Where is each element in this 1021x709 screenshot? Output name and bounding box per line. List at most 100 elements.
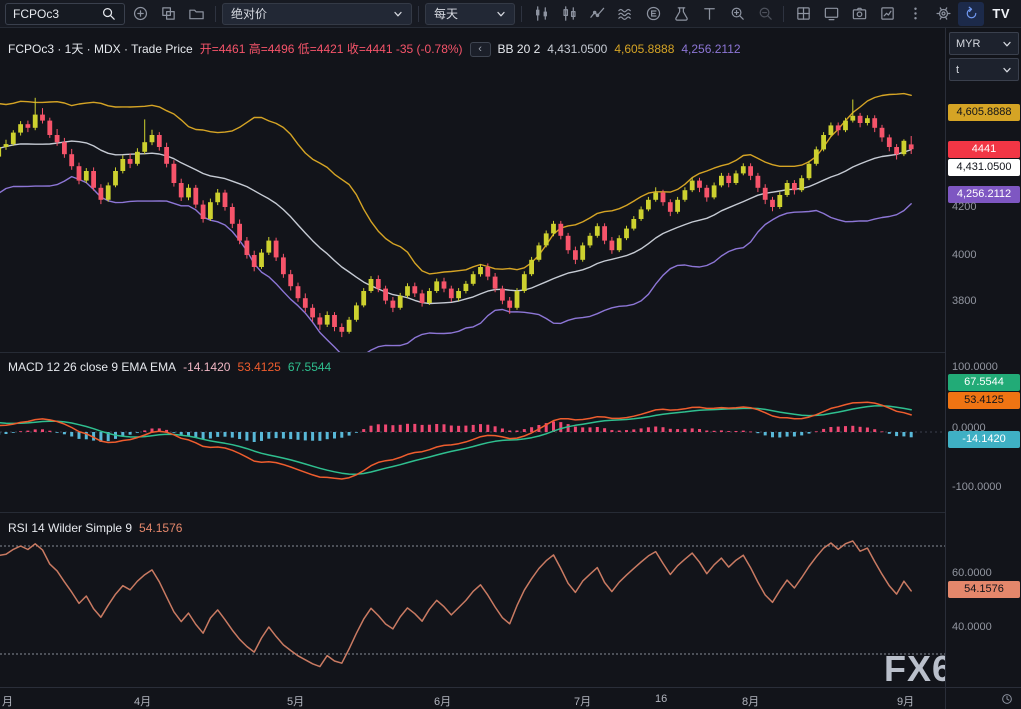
zoom-out-button[interactable] bbox=[752, 2, 778, 26]
compare-button[interactable] bbox=[155, 2, 181, 26]
chart-up-icon bbox=[879, 5, 896, 22]
macd-line-value: 53.4125 bbox=[237, 360, 280, 375]
zoom-in-icon bbox=[729, 5, 746, 22]
chevron-down-icon bbox=[1002, 39, 1012, 49]
unit-dropdown[interactable]: t bbox=[949, 58, 1019, 81]
price-mode-dropdown[interactable]: 绝对价 bbox=[222, 3, 412, 25]
compare-icon bbox=[160, 5, 177, 22]
macd-pane[interactable] bbox=[0, 353, 945, 512]
macd-line-badge: 53.4125 bbox=[948, 392, 1020, 409]
currency-dropdown[interactable]: MYR bbox=[949, 32, 1019, 55]
rsi-pane[interactable] bbox=[0, 513, 945, 687]
text-tool-icon bbox=[701, 5, 718, 22]
indicators-icon bbox=[589, 5, 606, 22]
legend-collapse-button[interactable]: ‹ bbox=[470, 42, 491, 57]
time-axis[interactable]: 月 4月 5月 6月 7月 16 8月 9月 bbox=[0, 687, 945, 709]
monitor-icon bbox=[823, 5, 840, 22]
waves-icon bbox=[617, 5, 634, 22]
toolbar-separator bbox=[521, 6, 522, 22]
unit-label: t bbox=[956, 64, 959, 76]
time-label: 16 bbox=[655, 693, 667, 705]
symbol-search-box[interactable]: FCPOc3 bbox=[5, 3, 125, 25]
clock-icon bbox=[1000, 692, 1014, 706]
flask-icon bbox=[673, 5, 690, 22]
macd-indicator-title[interactable]: MACD 12 26 close 9 EMA EMA bbox=[8, 360, 176, 375]
bb-upper-value: 4,605.8888 bbox=[614, 42, 674, 57]
hollow-candles-icon bbox=[561, 5, 578, 22]
time-label: 6月 bbox=[434, 693, 451, 709]
chevron-down-icon bbox=[496, 9, 506, 19]
interval-dropdown[interactable]: 每天 bbox=[425, 3, 515, 25]
rsi-axis-label: 40.0000 bbox=[952, 621, 992, 633]
price-axis-label: 4000 bbox=[952, 249, 976, 261]
rsi-indicator-title[interactable]: RSI 14 Wilder Simple 9 bbox=[8, 521, 132, 536]
top-toolbar: FCPOc3 绝对价 每天 bbox=[0, 0, 1021, 28]
more-options-button[interactable] bbox=[902, 2, 928, 26]
time-axis-corner[interactable] bbox=[946, 687, 1021, 709]
symbol-description[interactable]: FCPOc3 · 1天 · MDX · Trade Price bbox=[8, 42, 193, 57]
folder-icon bbox=[188, 5, 205, 22]
add-symbol-button[interactable] bbox=[127, 2, 153, 26]
bb-lower-value: 4,256.2112 bbox=[681, 42, 740, 57]
bb-basis-value: 4,431.0500 bbox=[547, 42, 607, 57]
open-chart-button[interactable] bbox=[183, 2, 209, 26]
interval-label: 每天 bbox=[434, 5, 458, 22]
bb-upper-price-badge: 4,605.8888 bbox=[948, 104, 1020, 121]
kebab-menu-icon bbox=[907, 5, 924, 22]
price-axis-label: 4200 bbox=[952, 201, 976, 213]
chevron-down-icon bbox=[393, 9, 403, 19]
strategy-tester-button[interactable] bbox=[668, 2, 694, 26]
replay-button[interactable] bbox=[958, 2, 984, 26]
toolbar-separator bbox=[783, 6, 784, 22]
indicator-templates-button[interactable] bbox=[612, 2, 638, 26]
pane-separator[interactable] bbox=[0, 352, 1021, 353]
screenshot-button[interactable] bbox=[846, 2, 872, 26]
time-label: 5月 bbox=[287, 693, 304, 709]
symbol-name: FCPOc3 bbox=[13, 7, 59, 21]
search-icon bbox=[100, 5, 117, 22]
rsi-value-badge: 54.1576 bbox=[948, 581, 1020, 598]
pane-separator[interactable] bbox=[0, 512, 1021, 513]
undo-arrow-icon bbox=[963, 5, 980, 22]
toolbar-separator bbox=[418, 6, 419, 22]
text-tool-button[interactable] bbox=[696, 2, 722, 26]
toolbar-separator bbox=[215, 6, 216, 22]
time-label: 9月 bbox=[897, 693, 914, 709]
candles-icon bbox=[533, 5, 550, 22]
last-price-badge: 4441 bbox=[948, 141, 1020, 158]
chevron-down-icon bbox=[1002, 65, 1012, 75]
macd-legend: MACD 12 26 close 9 EMA EMA -14.1420 53.4… bbox=[8, 360, 331, 375]
camera-icon bbox=[851, 5, 868, 22]
time-label: 8月 bbox=[742, 693, 759, 709]
time-label: 4月 bbox=[134, 693, 151, 709]
layout-grid-icon bbox=[795, 5, 812, 22]
indicators-button[interactable] bbox=[584, 2, 610, 26]
chart-style-candles-button[interactable] bbox=[528, 2, 554, 26]
time-label: 7月 bbox=[574, 693, 591, 709]
tradingview-logo[interactable]: TV bbox=[986, 6, 1016, 21]
chart-style-hollow-button[interactable] bbox=[556, 2, 582, 26]
zoom-in-button[interactable] bbox=[724, 2, 750, 26]
macd-axis-label: 100.0000 bbox=[952, 361, 998, 373]
main-price-pane[interactable] bbox=[0, 28, 945, 352]
settings-button[interactable] bbox=[930, 2, 956, 26]
macd-hist-badge: -14.1420 bbox=[948, 431, 1020, 448]
ohlc-values: 开=4461 高=4496 低=4421 收=4441 -35 (-0.78%) bbox=[200, 42, 463, 57]
manage-layouts-button[interactable] bbox=[818, 2, 844, 26]
bb-indicator-title[interactable]: BB 20 2 bbox=[498, 42, 541, 57]
select-layout-button[interactable] bbox=[790, 2, 816, 26]
macd-signal-badge: 67.5544 bbox=[948, 374, 1020, 391]
gear-icon bbox=[935, 5, 952, 22]
macd-hist-value: -14.1420 bbox=[183, 360, 230, 375]
zoom-out-icon bbox=[757, 5, 774, 22]
publish-chart-button[interactable] bbox=[874, 2, 900, 26]
rsi-legend: RSI 14 Wilder Simple 9 54.1576 bbox=[8, 521, 182, 536]
trading-chart-app: FCPOc3 绝对价 每天 bbox=[0, 0, 1021, 709]
price-mode-label: 绝对价 bbox=[231, 5, 267, 22]
economic-events-button[interactable] bbox=[640, 2, 666, 26]
main-legend: FCPOc3 · 1天 · MDX · Trade Price 开=4461 高… bbox=[8, 42, 741, 57]
rsi-value: 54.1576 bbox=[139, 521, 182, 536]
rsi-axis-label: 60.0000 bbox=[952, 567, 992, 579]
bb-basis-price-badge: 4,431.0500 bbox=[948, 159, 1020, 176]
price-scale[interactable]: MYR t 4,605.8888 4441 4,431.0500 4,256.2… bbox=[945, 28, 1021, 709]
